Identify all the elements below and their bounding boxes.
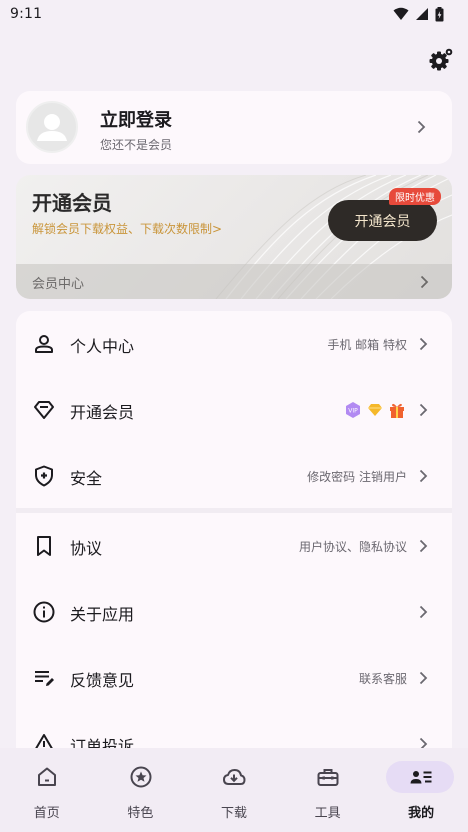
profile-list-icon [410,771,432,784]
person-icon [35,335,53,353]
shield-icon [35,465,53,487]
menu-label: 开通会员 [70,403,135,422]
chevron-right-icon [419,671,428,685]
wifi-icon [393,7,409,20]
chevron-right-icon [419,469,428,483]
default-avatar-icon [37,114,67,141]
open-vip-button[interactable]: 开通会员 [328,200,437,241]
star-icon [130,766,152,788]
menu-label: 关于应用 [70,605,135,624]
menu-item-about[interactable]: 关于应用 [16,579,452,645]
login-card[interactable]: 立即登录 您还不是会员 [16,91,452,164]
menu-hint: 手机 邮箱 特权 [327,338,407,352]
status-time: 9:11 [10,6,43,22]
vip-title: 开通会员 [32,191,112,215]
chevron-right-icon [419,337,428,351]
membership-status: 您还不是会员 [100,138,173,152]
nav-label: 特色 [127,806,154,821]
avatar [26,101,78,153]
nav-label: 我的 [408,806,435,821]
nav-tools[interactable]: 工具 [281,748,375,832]
menu-item-feedback[interactable]: 反馈意见 联系客服 [16,645,452,711]
chevron-right-icon [417,120,426,134]
vip-center-label: 会员中心 [32,277,85,292]
nav-label: 首页 [33,806,60,821]
warning-icon [35,734,53,748]
status-bar: 9:11 [0,0,468,28]
chevron-right-icon [419,403,428,417]
menu-item-order-complaint[interactable]: 订单投诉 [16,711,452,748]
diamond-icon [34,401,54,419]
svg-text:VIP: VIP [348,408,358,415]
signal-icon [416,8,428,20]
bottom-nav: 首页 特色 下载 工具 我的 [0,748,468,832]
vip-center-row[interactable]: 会员中心 [16,264,452,299]
menu-label: 协议 [70,539,103,558]
nav-label: 下载 [220,806,247,821]
battery-icon [435,6,444,21]
vip-badges: VIP [344,401,406,419]
gold-diamond-icon [368,404,382,416]
nav-home[interactable]: 首页 [0,748,94,832]
nav-featured[interactable]: 特色 [94,748,188,832]
nav-label: 工具 [314,806,341,821]
chevron-right-icon [419,737,428,748]
limited-offer-badge: 限时优惠 [389,188,441,205]
nav-download[interactable]: 下载 [187,748,281,832]
menu-hint: 修改密码 注销用户 [307,470,407,484]
nav-mine[interactable]: 我的 [374,748,468,832]
menu-item-agreements[interactable]: 协议 用户协议、隐私协议 [16,513,452,579]
menu-hint: 联系客服 [358,672,407,686]
bookmark-icon [37,536,51,556]
vip-benefits-link[interactable]: 解锁会员下载权益、下载次数限制> [32,220,222,237]
cloud-download-icon [223,769,246,785]
menu-label: 个人中心 [70,337,135,356]
chevron-right-icon [420,275,429,289]
settings-menu: 个人中心 手机 邮箱 特权 开通会员 VIP 安全 修改密码 注销用户 协议 用… [16,311,452,748]
menu-label: 安全 [70,469,103,488]
menu-item-personal-center[interactable]: 个人中心 手机 邮箱 特权 [16,311,452,377]
menu-hint: 用户协议、隐私协议 [298,540,407,554]
home-icon [38,767,56,786]
info-icon [33,601,55,623]
chevron-right-icon [419,539,428,553]
settings-icon[interactable] [428,47,454,73]
toolbox-icon [317,769,339,786]
gift-icon [390,403,404,418]
chevron-right-icon [419,605,428,619]
menu-item-open-vip[interactable]: 开通会员 VIP [16,377,452,443]
feedback-icon [35,671,54,686]
menu-label: 订单投诉 [70,737,135,748]
vip-badge-icon: VIP [346,402,360,418]
menu-label: 反馈意见 [70,671,135,690]
vip-promo-card: 开通会员 解锁会员下载权益、下载次数限制> 开通会员 限时优惠 会员中心 [16,175,452,299]
login-title: 立即登录 [100,110,172,131]
menu-item-security[interactable]: 安全 修改密码 注销用户 [16,443,452,509]
